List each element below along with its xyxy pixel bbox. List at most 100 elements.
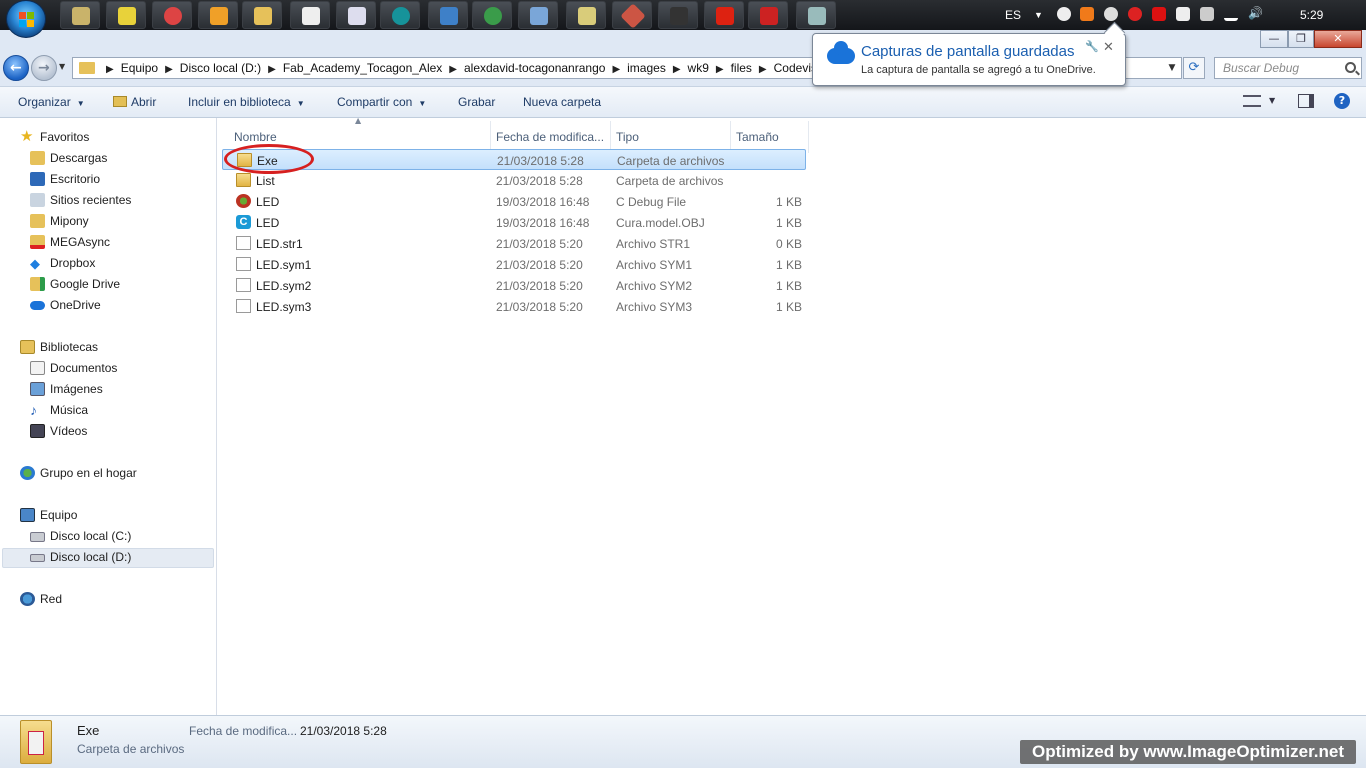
breadcrumb-chevron-icon[interactable]: ▶	[716, 64, 724, 75]
avast-icon[interactable]	[1080, 7, 1094, 21]
preview-pane-icon[interactable]	[1298, 94, 1314, 108]
breadcrumb-item[interactable]: Equipo	[121, 61, 158, 75]
modified-date-label: Fecha de modifica...	[189, 724, 298, 738]
file-date: 19/03/2018 16:48	[496, 216, 590, 230]
file-icon	[236, 278, 251, 292]
column-header-size[interactable]: Tamaño	[736, 130, 779, 144]
notification-title[interactable]: Capturas de pantalla guardadas	[861, 43, 1075, 60]
taskbar-app-5[interactable]	[612, 1, 652, 29]
language-indicator[interactable]: ES	[1005, 8, 1021, 22]
table-row[interactable]: LED.sym1 21/03/2018 5:20 Archivo SYM1 1 …	[222, 254, 806, 275]
nav-label: Equipo	[40, 508, 78, 522]
breadcrumb-item[interactable]: Fab_Academy_Tocagon_Alex	[283, 61, 442, 75]
table-row[interactable]: C LED 19/03/2018 16:48 Cura.model.OBJ 1 …	[222, 212, 806, 233]
taskbar-app-3[interactable]	[428, 1, 468, 29]
breadcrumb-chevron-icon[interactable]: ▶	[612, 64, 620, 75]
taskbar-app-4[interactable]	[518, 1, 558, 29]
column-header-type[interactable]: Tipo	[616, 130, 639, 144]
breadcrumb-chevron-icon[interactable]: ▶	[106, 64, 114, 75]
breadcrumb-chevron-icon[interactable]: ▶	[673, 64, 681, 75]
view-options-dropdown-icon[interactable]: ▼	[1269, 96, 1275, 105]
clock[interactable]: 5:29	[1300, 8, 1323, 22]
modified-date-value: 21/03/2018 5:28	[300, 724, 387, 738]
table-row[interactable]: LED.sym2 21/03/2018 5:20 Archivo SYM2 1 …	[222, 275, 806, 296]
table-row[interactable]: LED.str1 21/03/2018 5:20 Archivo STR1 0 …	[222, 233, 806, 254]
cloud-upload-icon[interactable]	[1057, 7, 1071, 21]
flag-tray-icon[interactable]	[1176, 7, 1190, 21]
computer-icon	[20, 508, 35, 522]
include-in-library-button[interactable]: Incluir en biblioteca ▼	[188, 95, 305, 109]
taskbar-arduino[interactable]	[380, 1, 420, 29]
table-row[interactable]: LED.sym3 21/03/2018 5:20 Archivo SYM3 1 …	[222, 296, 806, 317]
desktop-icon	[30, 172, 45, 186]
breadcrumb-item[interactable]: images	[627, 61, 666, 75]
open-label: Abrir	[131, 95, 157, 109]
app-tray-icon[interactable]	[1152, 7, 1166, 21]
table-row[interactable]: LED 19/03/2018 16:48 C Debug File 1 KB	[222, 191, 806, 212]
taskbar-explorer[interactable]	[242, 1, 282, 29]
taskbar-app-7[interactable]	[704, 1, 744, 29]
settings-wrench-icon[interactable]: 🔧	[1085, 40, 1099, 53]
file-name: LED	[256, 195, 280, 209]
taskbar-app-8[interactable]	[748, 1, 788, 29]
folder-icon	[79, 62, 95, 74]
taskbar-app-6[interactable]	[658, 1, 698, 29]
taskbar-app-inkscape[interactable]	[290, 1, 330, 29]
start-button[interactable]	[6, 0, 46, 38]
search-input[interactable]: Buscar Debug	[1214, 57, 1362, 79]
help-icon[interactable]: ?	[1334, 93, 1350, 109]
include-label: Incluir en biblioteca	[188, 95, 291, 109]
file-type: Carpeta de archivos	[616, 174, 724, 188]
table-row[interactable]: List 21/03/2018 5:28 Carpeta de archivos	[222, 170, 806, 191]
refresh-button[interactable]: ⟳	[1183, 57, 1205, 79]
close-button[interactable]: ✕	[1314, 30, 1362, 48]
volume-icon[interactable]: 🔊	[1248, 6, 1263, 20]
network-signal-icon[interactable]	[1224, 7, 1238, 21]
taskbar-notepad[interactable]	[566, 1, 606, 29]
taskbar-media-player[interactable]	[198, 1, 238, 29]
taskbar-chrome-2[interactable]	[472, 1, 512, 29]
breadcrumb-item[interactable]: alexdavid-tocagonanrango	[464, 61, 605, 75]
taskbar-app-1[interactable]	[60, 1, 100, 29]
breadcrumb-chevron-icon[interactable]: ▶	[165, 64, 173, 75]
forward-button[interactable]: →	[31, 55, 57, 81]
onedrive-tray-icon[interactable]	[1104, 7, 1118, 21]
burn-button[interactable]: Grabar	[458, 95, 495, 109]
change-view-icon[interactable]	[1243, 95, 1261, 107]
close-icon[interactable]: ✕	[1103, 40, 1114, 55]
open-button[interactable]: Abrir	[113, 95, 156, 109]
column-header-name[interactable]: Nombre	[234, 130, 277, 144]
organize-button[interactable]: Organizar ▼	[18, 95, 85, 109]
breadcrumb-item[interactable]: files	[731, 61, 752, 75]
share-with-button[interactable]: Compartir con ▼	[337, 95, 426, 109]
windows-logo-icon	[19, 12, 35, 28]
file-type: Carpeta de archivos	[617, 154, 725, 168]
search-icon[interactable]	[1345, 62, 1356, 73]
taskbar-chrome[interactable]	[152, 1, 192, 29]
column-header-date[interactable]: Fecha de modifica...	[496, 130, 604, 144]
taskbar-calculator[interactable]	[336, 1, 376, 29]
file-date: 21/03/2018 5:28	[496, 174, 583, 188]
selected-item-type: Carpeta de archivos	[77, 742, 185, 756]
breadcrumb-chevron-icon[interactable]: ▶	[759, 64, 767, 75]
maximize-button[interactable]: ❐	[1288, 30, 1314, 48]
breadcrumb-item[interactable]: wk9	[688, 61, 709, 75]
dropbox-icon: ◆	[30, 256, 40, 271]
taskbar-app-9[interactable]	[796, 1, 836, 29]
minimize-button[interactable]: —	[1260, 30, 1288, 48]
breadcrumb-item[interactable]: Disco local (D:)	[180, 61, 261, 75]
taskbar-app-2[interactable]	[106, 1, 146, 29]
mega-icon[interactable]	[1128, 7, 1142, 21]
back-button[interactable]: ←	[3, 55, 29, 81]
column-divider[interactable]	[808, 121, 809, 153]
breadcrumb-chevron-icon[interactable]: ▶	[268, 64, 276, 75]
new-folder-button[interactable]: Nueva carpeta	[523, 95, 601, 109]
folder-icon	[30, 214, 45, 228]
recent-pages-dropdown[interactable]: ▼	[59, 62, 65, 71]
address-dropdown-icon[interactable]: ▼	[1164, 58, 1180, 78]
power-icon[interactable]	[1200, 7, 1214, 21]
breadcrumb-chevron-icon[interactable]: ▶	[449, 64, 457, 75]
nav-label: Imágenes	[50, 382, 103, 396]
onedrive-notification[interactable]: Capturas de pantalla guardadas La captur…	[812, 33, 1126, 86]
language-dropdown-icon[interactable]: ▼	[1034, 10, 1043, 20]
